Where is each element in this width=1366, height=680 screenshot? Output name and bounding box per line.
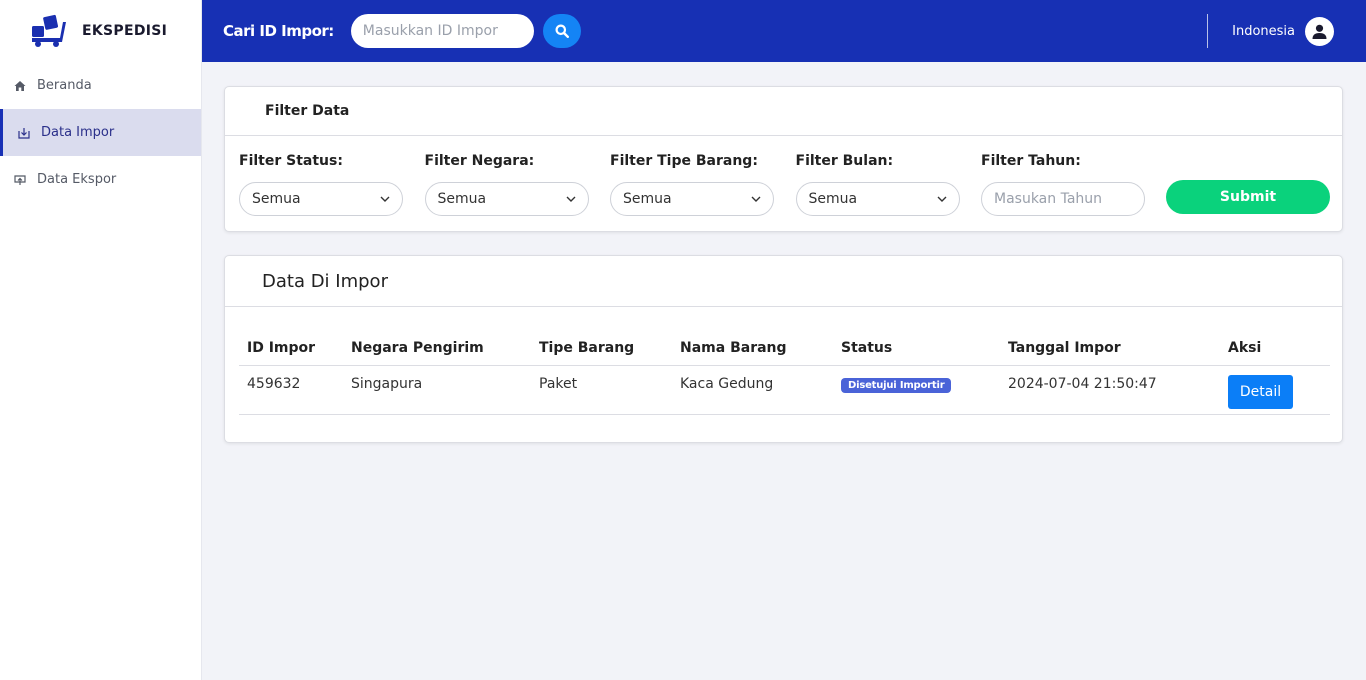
user-icon (1312, 24, 1327, 39)
chevron-down-icon (937, 196, 946, 202)
filter-status-label: Filter Status: (239, 153, 343, 169)
filter-row: Filter Status: Semua Filter Negara: Semu… (239, 153, 1328, 216)
filter-status-group: Filter Status: Semua (239, 153, 403, 216)
filter-month-group: Filter Bulan: Semua (795, 153, 960, 216)
search-input[interactable] (350, 14, 534, 48)
cell-date: 2024-07-04 21:50:47 (1000, 365, 1220, 415)
search-icon (555, 24, 569, 38)
filter-country-label: Filter Negara: (424, 153, 535, 169)
cell-id: 459632 (239, 365, 343, 415)
chevron-down-icon (751, 196, 761, 202)
table-header-row: ID Impor Negara Pengirim Tipe Barang Nam… (239, 332, 1330, 366)
data-card-title: Data Di Impor (225, 256, 1342, 307)
filter-country-select[interactable]: Semua (424, 182, 589, 216)
sidebar-item-beranda[interactable]: Beranda (0, 62, 201, 109)
column-header: Tanggal Impor (1000, 332, 1220, 366)
table-row: 459632 Singapura Paket Kaca Gedung Diset… (239, 365, 1330, 415)
cell-type: Paket (531, 365, 672, 415)
filter-status-value: Semua (252, 191, 301, 207)
cell-status: Disetujui Importir (833, 365, 1000, 415)
cell-action: Detail (1220, 365, 1330, 415)
import-table: ID Impor Negara Pengirim Tipe Barang Nam… (239, 332, 1330, 415)
sidebar-item-data-impor[interactable]: Data Impor (0, 109, 201, 156)
data-card: Data Di Impor ID Impor Negara Pengirim T… (224, 255, 1343, 443)
search-button[interactable] (542, 14, 581, 48)
column-header: Nama Barang (672, 332, 833, 366)
search-label: Cari ID Impor: (223, 22, 334, 40)
filter-month-value: Semua (808, 191, 858, 207)
filter-month-select[interactable]: Semua (795, 182, 960, 216)
home-icon (14, 80, 26, 92)
topbar: Cari ID Impor: Indonesia (202, 0, 1366, 62)
filter-year-label: Filter Tahun: (981, 153, 1081, 169)
cell-name: Kaca Gedung (672, 365, 833, 415)
import-icon (18, 127, 30, 139)
language-label[interactable]: Indonesia (1232, 24, 1295, 39)
status-badge: Disetujui Importir (841, 377, 952, 393)
brand-name: EKSPEDISI (82, 23, 168, 39)
user-area: Indonesia (1207, 14, 1334, 48)
filter-card: Filter Data Filter Status: Semua Filter … (224, 86, 1343, 232)
column-header: Status (833, 332, 1000, 366)
sidebar-item-label: Data Impor (41, 125, 115, 140)
filter-year-input[interactable] (981, 182, 1145, 216)
filter-card-title: Filter Data (225, 87, 1342, 136)
chevron-down-icon (380, 196, 390, 202)
column-header: ID Impor (239, 332, 343, 366)
column-header: Tipe Barang (531, 332, 672, 366)
filter-type-value: Semua (623, 191, 672, 207)
filter-type-group: Filter Tipe Barang: Semua (610, 153, 774, 216)
box-truck-logo-icon (32, 14, 66, 47)
filter-country-value: Semua (437, 191, 487, 207)
filter-type-select[interactable]: Semua (610, 182, 774, 216)
filter-type-label: Filter Tipe Barang: (610, 153, 758, 169)
avatar[interactable] (1305, 16, 1334, 46)
detail-button[interactable]: Detail (1228, 374, 1293, 409)
submit-button[interactable]: Submit (1166, 180, 1330, 214)
sidebar-item-label: Data Ekspor (37, 172, 117, 187)
column-header: Aksi (1220, 332, 1330, 366)
filter-month-label: Filter Bulan: (795, 153, 894, 169)
sidebar-item-data-ekspor[interactable]: Data Ekspor (0, 156, 201, 203)
sidebar-item-label: Beranda (37, 78, 92, 93)
cell-country: Singapura (343, 365, 531, 415)
filter-country-group: Filter Negara: Semua (424, 153, 589, 216)
brand[interactable]: EKSPEDISI (0, 0, 201, 62)
sidebar: EKSPEDISI Beranda Data Impor Data Ekspor (0, 0, 202, 680)
filter-year-group: Filter Tahun: (981, 153, 1145, 216)
filter-status-select[interactable]: Semua (239, 182, 403, 216)
topbar-divider (1207, 14, 1209, 48)
export-icon (14, 174, 26, 186)
chevron-down-icon (566, 196, 575, 202)
column-header: Negara Pengirim (343, 332, 531, 366)
